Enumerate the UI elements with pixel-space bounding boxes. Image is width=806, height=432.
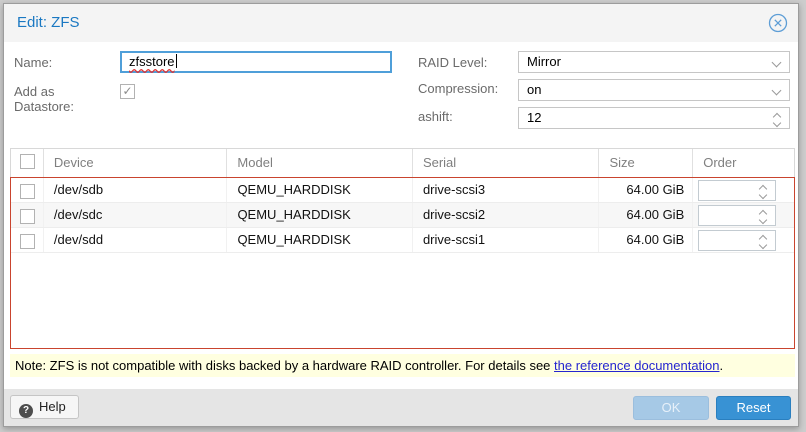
cell-model: QEMU_HARDDISK (227, 178, 413, 202)
spinner-down-icon[interactable] (759, 191, 767, 199)
header-checkbox-cell (11, 149, 44, 177)
ashift-label: ashift: (418, 109, 453, 124)
raid-level-value: Mirror (527, 54, 561, 69)
chevron-down-icon (772, 58, 782, 68)
name-label: Name: (14, 55, 52, 70)
spinner-down-icon[interactable] (773, 119, 781, 127)
reset-button-label: Reset (737, 400, 771, 415)
cell-serial: drive-scsi1 (413, 228, 600, 252)
chevron-down-icon (772, 86, 782, 96)
column-header-model[interactable]: Model (227, 149, 413, 177)
table-row[interactable]: /dev/sdd QEMU_HARDDISK drive-scsi1 64.00… (11, 228, 794, 253)
row-checkbox-cell (11, 203, 44, 227)
column-header-device[interactable]: Device (44, 149, 228, 177)
raid-level-label: RAID Level: (418, 55, 487, 70)
cell-device: /dev/sdd (44, 228, 228, 252)
order-input[interactable] (698, 180, 776, 201)
ok-button[interactable]: OK (633, 396, 709, 420)
ok-button-label: OK (662, 400, 681, 415)
edit-zfs-dialog: Edit: ZFS Name: zfsstore Add as Datastor… (3, 3, 799, 427)
compression-value: on (527, 82, 541, 97)
close-icon[interactable] (768, 13, 788, 33)
order-input[interactable] (698, 205, 776, 226)
ashift-spinner[interactable]: 12 (518, 107, 790, 129)
text-cursor (176, 54, 177, 68)
spinner-down-icon[interactable] (759, 216, 767, 224)
compression-label: Compression: (418, 81, 498, 96)
row-checkbox[interactable] (20, 234, 35, 249)
cell-order (693, 178, 794, 202)
add-as-datastore-checkbox[interactable]: ✓ (120, 84, 135, 99)
cell-model: QEMU_HARDDISK (227, 228, 413, 252)
row-checkbox[interactable] (20, 184, 35, 199)
spinner-down-icon[interactable] (759, 241, 767, 249)
question-icon: ? (19, 404, 33, 418)
reference-documentation-link[interactable]: the reference documentation (554, 358, 720, 373)
note-text: Note: ZFS is not compatible with disks b… (15, 358, 554, 373)
dialog-title: Edit: ZFS (17, 14, 80, 31)
column-header-order[interactable]: Order (693, 149, 794, 177)
cell-serial: drive-scsi3 (413, 178, 600, 202)
help-button-label: Help (39, 399, 66, 414)
disk-table-header: Device Model Serial Size Order (10, 148, 795, 177)
compression-select[interactable]: on (518, 79, 790, 101)
cell-order (693, 228, 794, 252)
name-input-value: zfsstore (129, 54, 175, 69)
name-input[interactable]: zfsstore (120, 51, 392, 73)
column-header-serial[interactable]: Serial (413, 149, 600, 177)
disk-table-body: /dev/sdb QEMU_HARDDISK drive-scsi3 64.00… (10, 177, 795, 349)
ashift-value: 12 (527, 110, 541, 125)
table-row[interactable]: /dev/sdb QEMU_HARDDISK drive-scsi3 64.00… (11, 178, 794, 203)
raid-level-select[interactable]: Mirror (518, 51, 790, 73)
cell-serial: drive-scsi2 (413, 203, 600, 227)
reset-button[interactable]: Reset (716, 396, 791, 420)
cell-size: 64.00 GiB (599, 228, 693, 252)
cell-model: QEMU_HARDDISK (227, 203, 413, 227)
help-button[interactable]: ? Help (10, 395, 79, 419)
order-input[interactable] (698, 230, 776, 251)
note-text-after: . (720, 358, 724, 373)
cell-device: /dev/sdb (44, 178, 228, 202)
cell-size: 64.00 GiB (599, 203, 693, 227)
cell-order (693, 203, 794, 227)
note-bar: Note: ZFS is not compatible with disks b… (10, 354, 795, 377)
select-all-checkbox[interactable] (20, 154, 35, 169)
cell-device: /dev/sdc (44, 203, 228, 227)
cell-size: 64.00 GiB (599, 178, 693, 202)
row-checkbox[interactable] (20, 209, 35, 224)
row-checkbox-cell (11, 178, 44, 202)
dialog-footer: ? Help OK Reset (4, 389, 798, 426)
column-header-size[interactable]: Size (599, 149, 693, 177)
dialog-header: Edit: ZFS (4, 4, 798, 42)
row-checkbox-cell (11, 228, 44, 252)
check-icon: ✓ (122, 84, 132, 98)
add-as-datastore-label: Add as Datastore: (14, 84, 106, 114)
table-row[interactable]: /dev/sdc QEMU_HARDDISK drive-scsi2 64.00… (11, 203, 794, 228)
